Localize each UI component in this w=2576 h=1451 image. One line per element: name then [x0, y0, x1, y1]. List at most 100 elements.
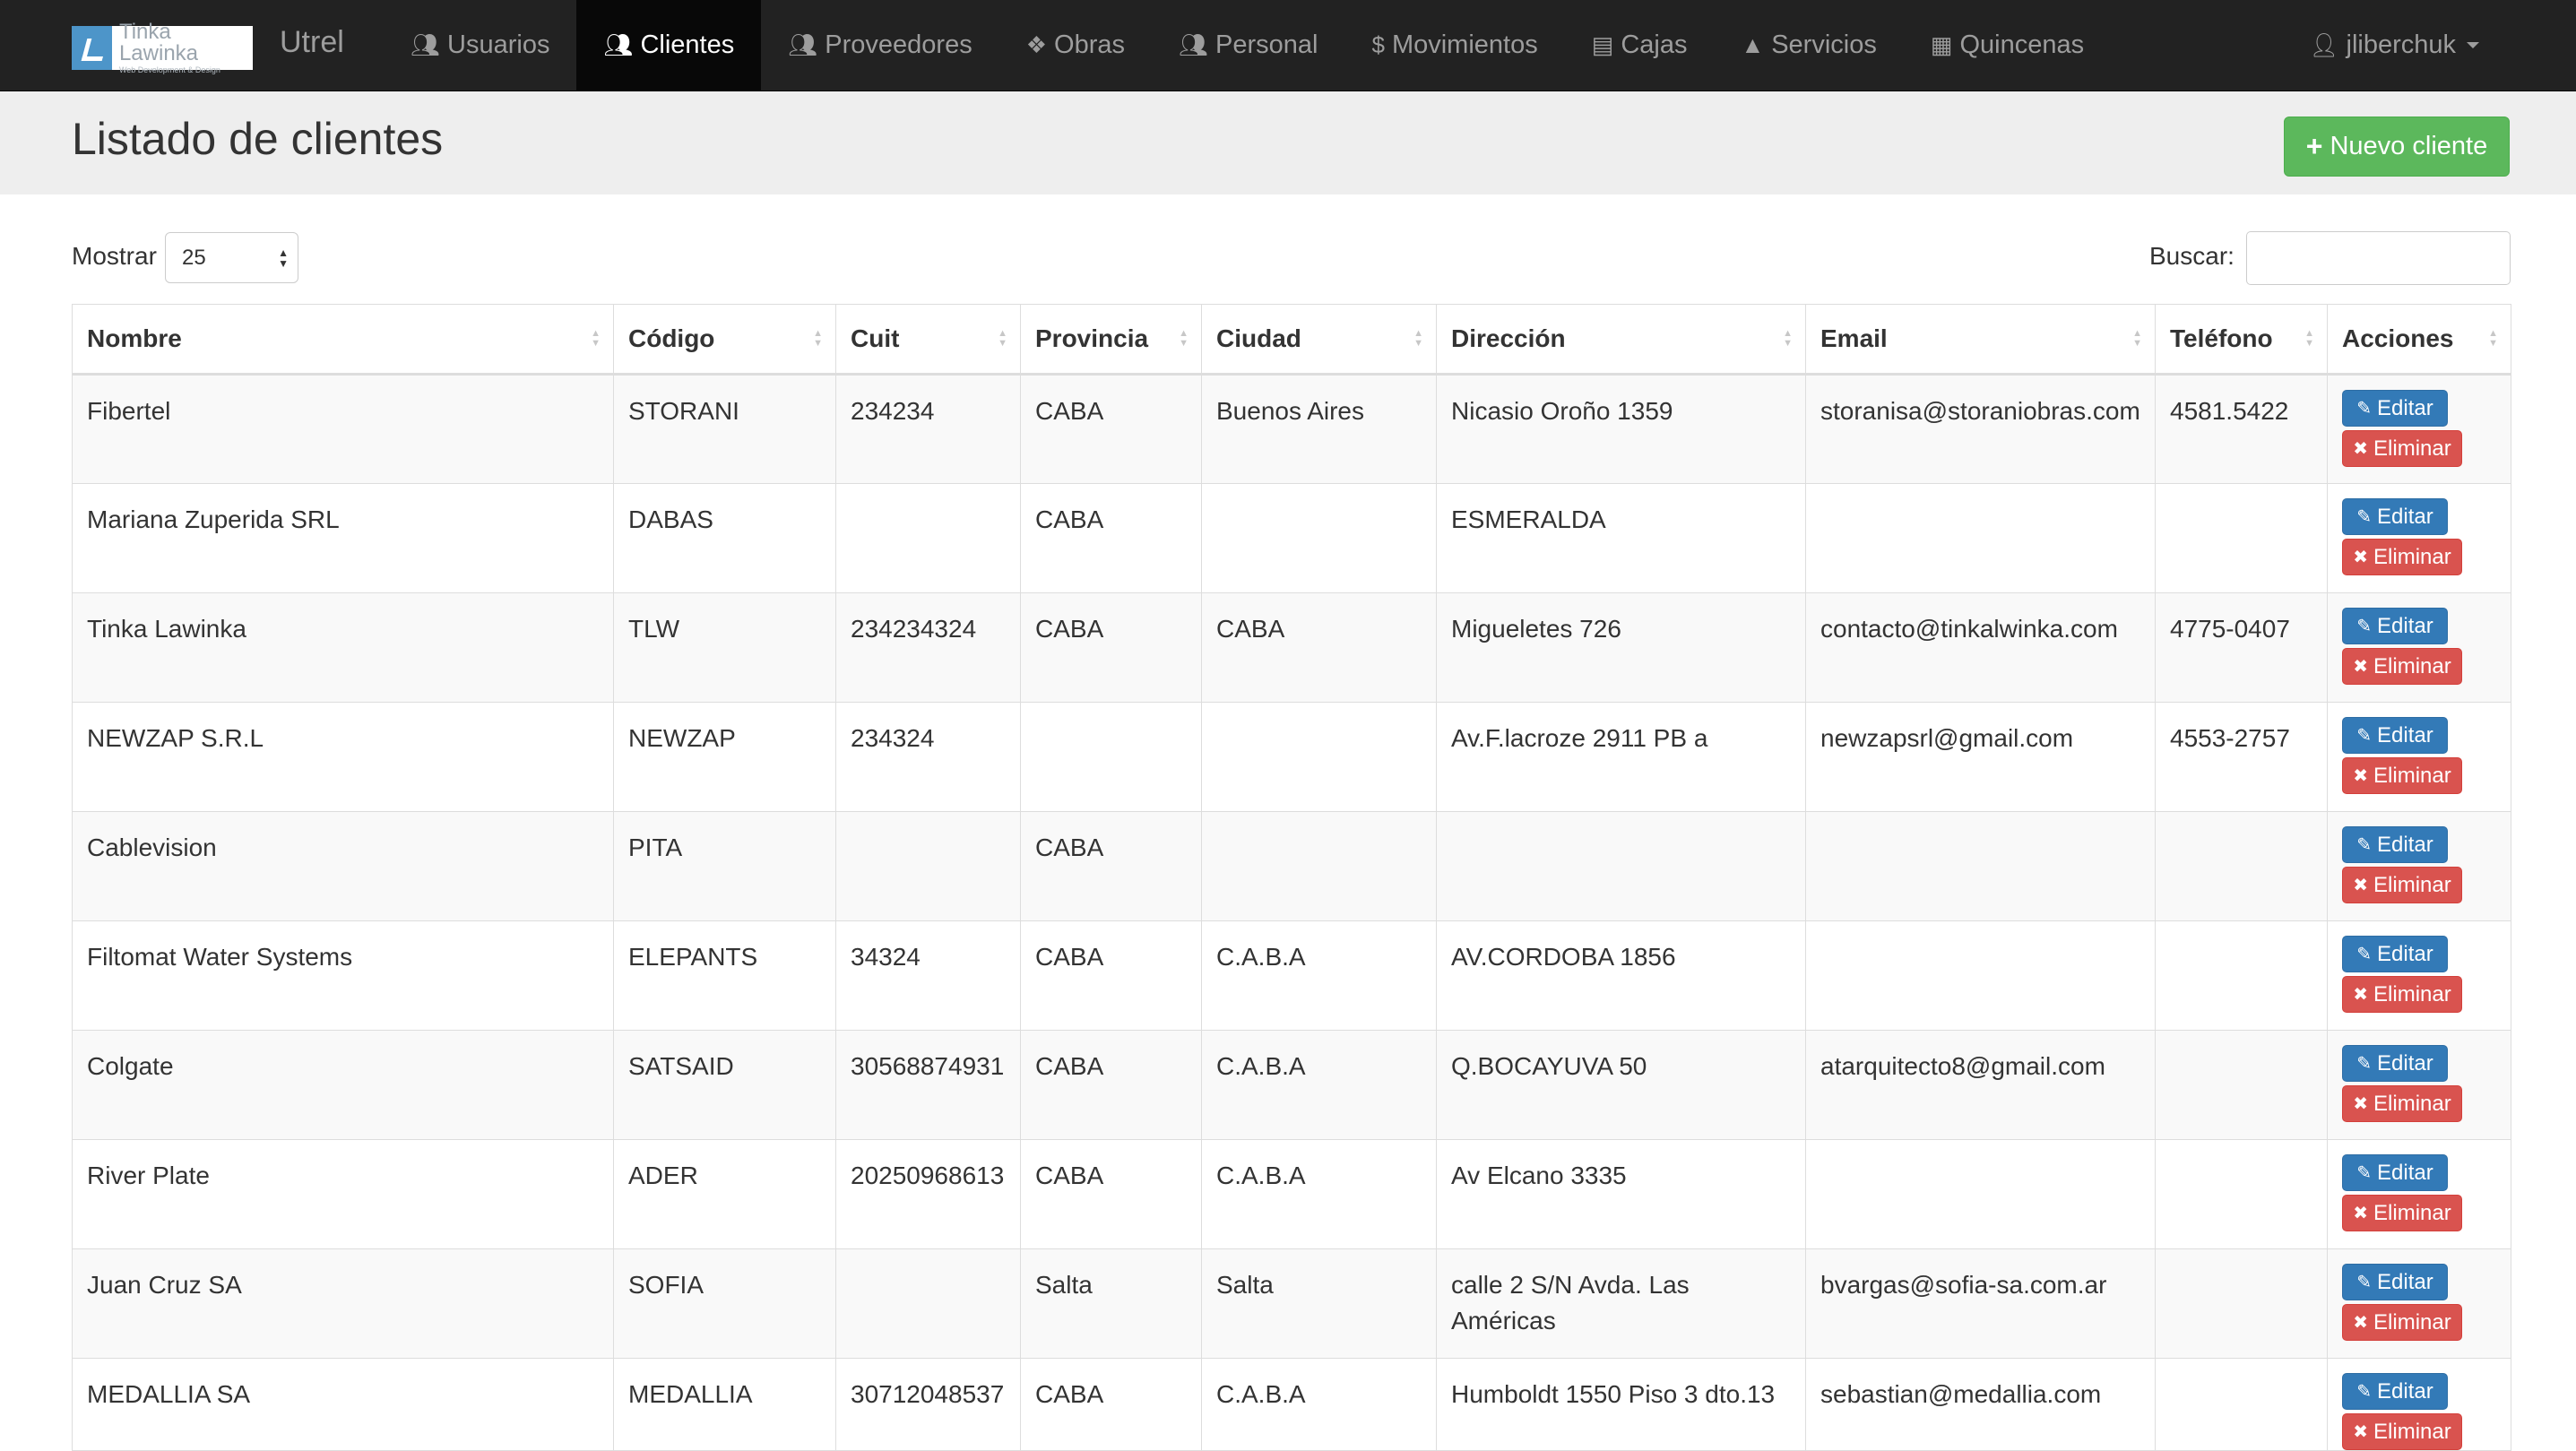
cell-codigo: SATSAID [613, 1030, 836, 1140]
column-header-codigo[interactable]: Código ▲ ▼ [613, 304, 836, 376]
edit-icon: ✎ [2356, 834, 2373, 855]
new-client-button[interactable]: + Nuevo cliente [2284, 117, 2510, 177]
trash-icon: ✖ [2353, 1312, 2369, 1333]
edit-button[interactable]: ✎ Editar [2342, 1373, 2448, 1410]
delete-button[interactable]: ✖ Eliminar [2342, 1085, 2462, 1122]
app-name[interactable]: Utrel [280, 25, 344, 60]
logo-mark-icon [72, 26, 112, 70]
page-length-select[interactable]: 25 ▲ ▼ [165, 232, 298, 283]
edit-icon: ✎ [2356, 1272, 2373, 1292]
sort-icon: ▲ ▼ [998, 328, 1007, 349]
nav-item-label: Proveedores [825, 30, 972, 59]
cell-ciudad [1201, 811, 1437, 921]
edit-button[interactable]: ✎ Editar [2342, 390, 2448, 427]
nav-item-servicios[interactable]: ▲ Servicios [1714, 0, 1903, 91]
column-header-provincia[interactable]: Provincia ▲ ▼ [1020, 304, 1202, 376]
edit-button[interactable]: ✎ Editar [2342, 1045, 2448, 1082]
cell-cuit [835, 483, 1021, 593]
delete-button[interactable]: ✖ Eliminar [2342, 1195, 2462, 1231]
sort-icon: ▲ ▼ [2488, 328, 2498, 349]
cell-codigo: SOFIA [613, 1248, 836, 1359]
cell-nombre: River Plate [72, 1139, 614, 1249]
nav-item-clientes[interactable]: 👥︎ Clientes [576, 0, 762, 91]
cell-nombre: Juan Cruz SA [72, 1248, 614, 1359]
cell-nombre: Colgate [72, 1030, 614, 1140]
main-nav: 👥︎ Usuarios 👥︎ Clientes 👥︎ Proveedores ❖… [384, 0, 2111, 91]
nav-item-label: Servicios [1771, 30, 1877, 59]
edit-button[interactable]: ✎ Editar [2342, 936, 2448, 972]
edit-button[interactable]: ✎ Editar [2342, 826, 2448, 863]
dollar-icon: $ [1371, 31, 1385, 58]
nav-item-label: Usuarios [447, 30, 550, 59]
column-header-cuit[interactable]: Cuit ▲ ▼ [835, 304, 1021, 376]
cell-email: sebastian@medallia.com [1805, 1358, 2156, 1451]
delete-button[interactable]: ✖ Eliminar [2342, 648, 2462, 685]
cell-codigo: NEWZAP [613, 702, 836, 812]
edit-icon: ✎ [2356, 398, 2373, 419]
cell-ciudad [1201, 483, 1437, 593]
cell-direccion: ESMERALDA [1436, 483, 1806, 593]
edit-icon: ✎ [2356, 1162, 2373, 1183]
edit-button[interactable]: ✎ Editar [2342, 498, 2448, 535]
search-input[interactable] [2246, 231, 2511, 285]
nav-item-label: Clientes [640, 30, 735, 59]
cell-provincia: CABA [1020, 1358, 1202, 1451]
user-icon: 👤︎ [2309, 31, 2339, 58]
user-name: jliberchuk [2346, 30, 2457, 59]
cell-provincia: CABA [1020, 920, 1202, 1031]
trash-icon: ✖ [2353, 656, 2369, 677]
delete-button[interactable]: ✖ Eliminar [2342, 1304, 2462, 1341]
cell-provincia [1020, 702, 1202, 812]
delete-button[interactable]: ✖ Eliminar [2342, 430, 2462, 467]
nav-item-usuarios[interactable]: 👥︎ Usuarios [384, 0, 576, 91]
table-row: MEDALLIA SA MEDALLIA 30712048537 CABA C.… [72, 1358, 2511, 1451]
delete-button[interactable]: ✖ Eliminar [2342, 867, 2462, 903]
sort-icon: ▲ ▼ [1413, 328, 1423, 349]
cell-codigo: STORANI [613, 374, 836, 484]
nav-item-label: Obras [1054, 30, 1125, 59]
calendar-icon: ▦ [1930, 31, 1953, 58]
delete-button[interactable]: ✖ Eliminar [2342, 757, 2462, 794]
delete-button[interactable]: ✖ Eliminar [2342, 976, 2462, 1013]
brand-logo[interactable]: Tinka Lawinka Web Development & Design [72, 22, 253, 74]
nav-item-quincenas[interactable]: ▦ Quincenas [1904, 0, 2111, 91]
cell-acciones: ✎ Editar ✖ Eliminar [2327, 374, 2511, 484]
sort-icon: ▲ ▼ [1783, 328, 1793, 349]
edit-button[interactable]: ✎ Editar [2342, 1264, 2448, 1300]
column-header-ciudad[interactable]: Ciudad ▲ ▼ [1201, 304, 1437, 376]
cell-telefono [2155, 811, 2328, 921]
column-header-telefono[interactable]: Teléfono ▲ ▼ [2155, 304, 2328, 376]
show-label: Mostrar [72, 242, 157, 270]
edit-button[interactable]: ✎ Editar [2342, 1154, 2448, 1191]
user-menu[interactable]: 👤︎ jliberchuk [2309, 0, 2479, 91]
cell-codigo: TLW [613, 592, 836, 703]
nav-item-obras[interactable]: ❖ Obras [999, 0, 1152, 91]
cell-acciones: ✎ Editar ✖ Eliminar [2327, 483, 2511, 593]
cell-cuit [835, 1248, 1021, 1359]
nav-item-personal[interactable]: 👥︎ Personal [1152, 0, 1344, 91]
nav-item-proveedores[interactable]: 👥︎ Proveedores [761, 0, 998, 91]
table-row: Cablevision PITA CABA ✎ Editar ✖ Eliminar [72, 811, 2511, 921]
table-row: Tinka Lawinka TLW 234234324 CABA CABA Mi… [72, 592, 2511, 703]
cell-cuit: 30712048537 [835, 1358, 1021, 1451]
cell-email [1805, 811, 2156, 921]
delete-button[interactable]: ✖ Eliminar [2342, 1413, 2462, 1450]
cell-telefono: 4553-2757 [2155, 702, 2328, 812]
edit-button[interactable]: ✎ Editar [2342, 717, 2448, 754]
column-header-email[interactable]: Email ▲ ▼ [1805, 304, 2156, 376]
column-header-direccion[interactable]: Dirección ▲ ▼ [1436, 304, 1806, 376]
delete-button[interactable]: ✖ Eliminar [2342, 539, 2462, 575]
clients-table: Nombre ▲ ▼ Código ▲ ▼ Cuit ▲ ▼ Provincia ▲ ▼ Ciu… [72, 304, 2511, 1451]
cell-acciones: ✎ Editar ✖ Eliminar [2327, 1030, 2511, 1140]
cell-direccion: calle 2 S/N Avda. Las Américas [1436, 1248, 1806, 1359]
cell-cuit: 234234324 [835, 592, 1021, 703]
column-header-nombre[interactable]: Nombre ▲ ▼ [72, 304, 614, 376]
cell-provincia: CABA [1020, 811, 1202, 921]
edit-button[interactable]: ✎ Editar [2342, 608, 2448, 644]
column-header-acciones[interactable]: Acciones ▲ ▼ [2327, 304, 2511, 376]
cell-telefono [2155, 483, 2328, 593]
nav-item-movimientos[interactable]: $ Movimientos [1344, 0, 1564, 91]
trash-icon: ✖ [2353, 547, 2369, 567]
nav-item-cajas[interactable]: ▤ Cajas [1565, 0, 1715, 91]
cell-ciudad [1201, 702, 1437, 812]
